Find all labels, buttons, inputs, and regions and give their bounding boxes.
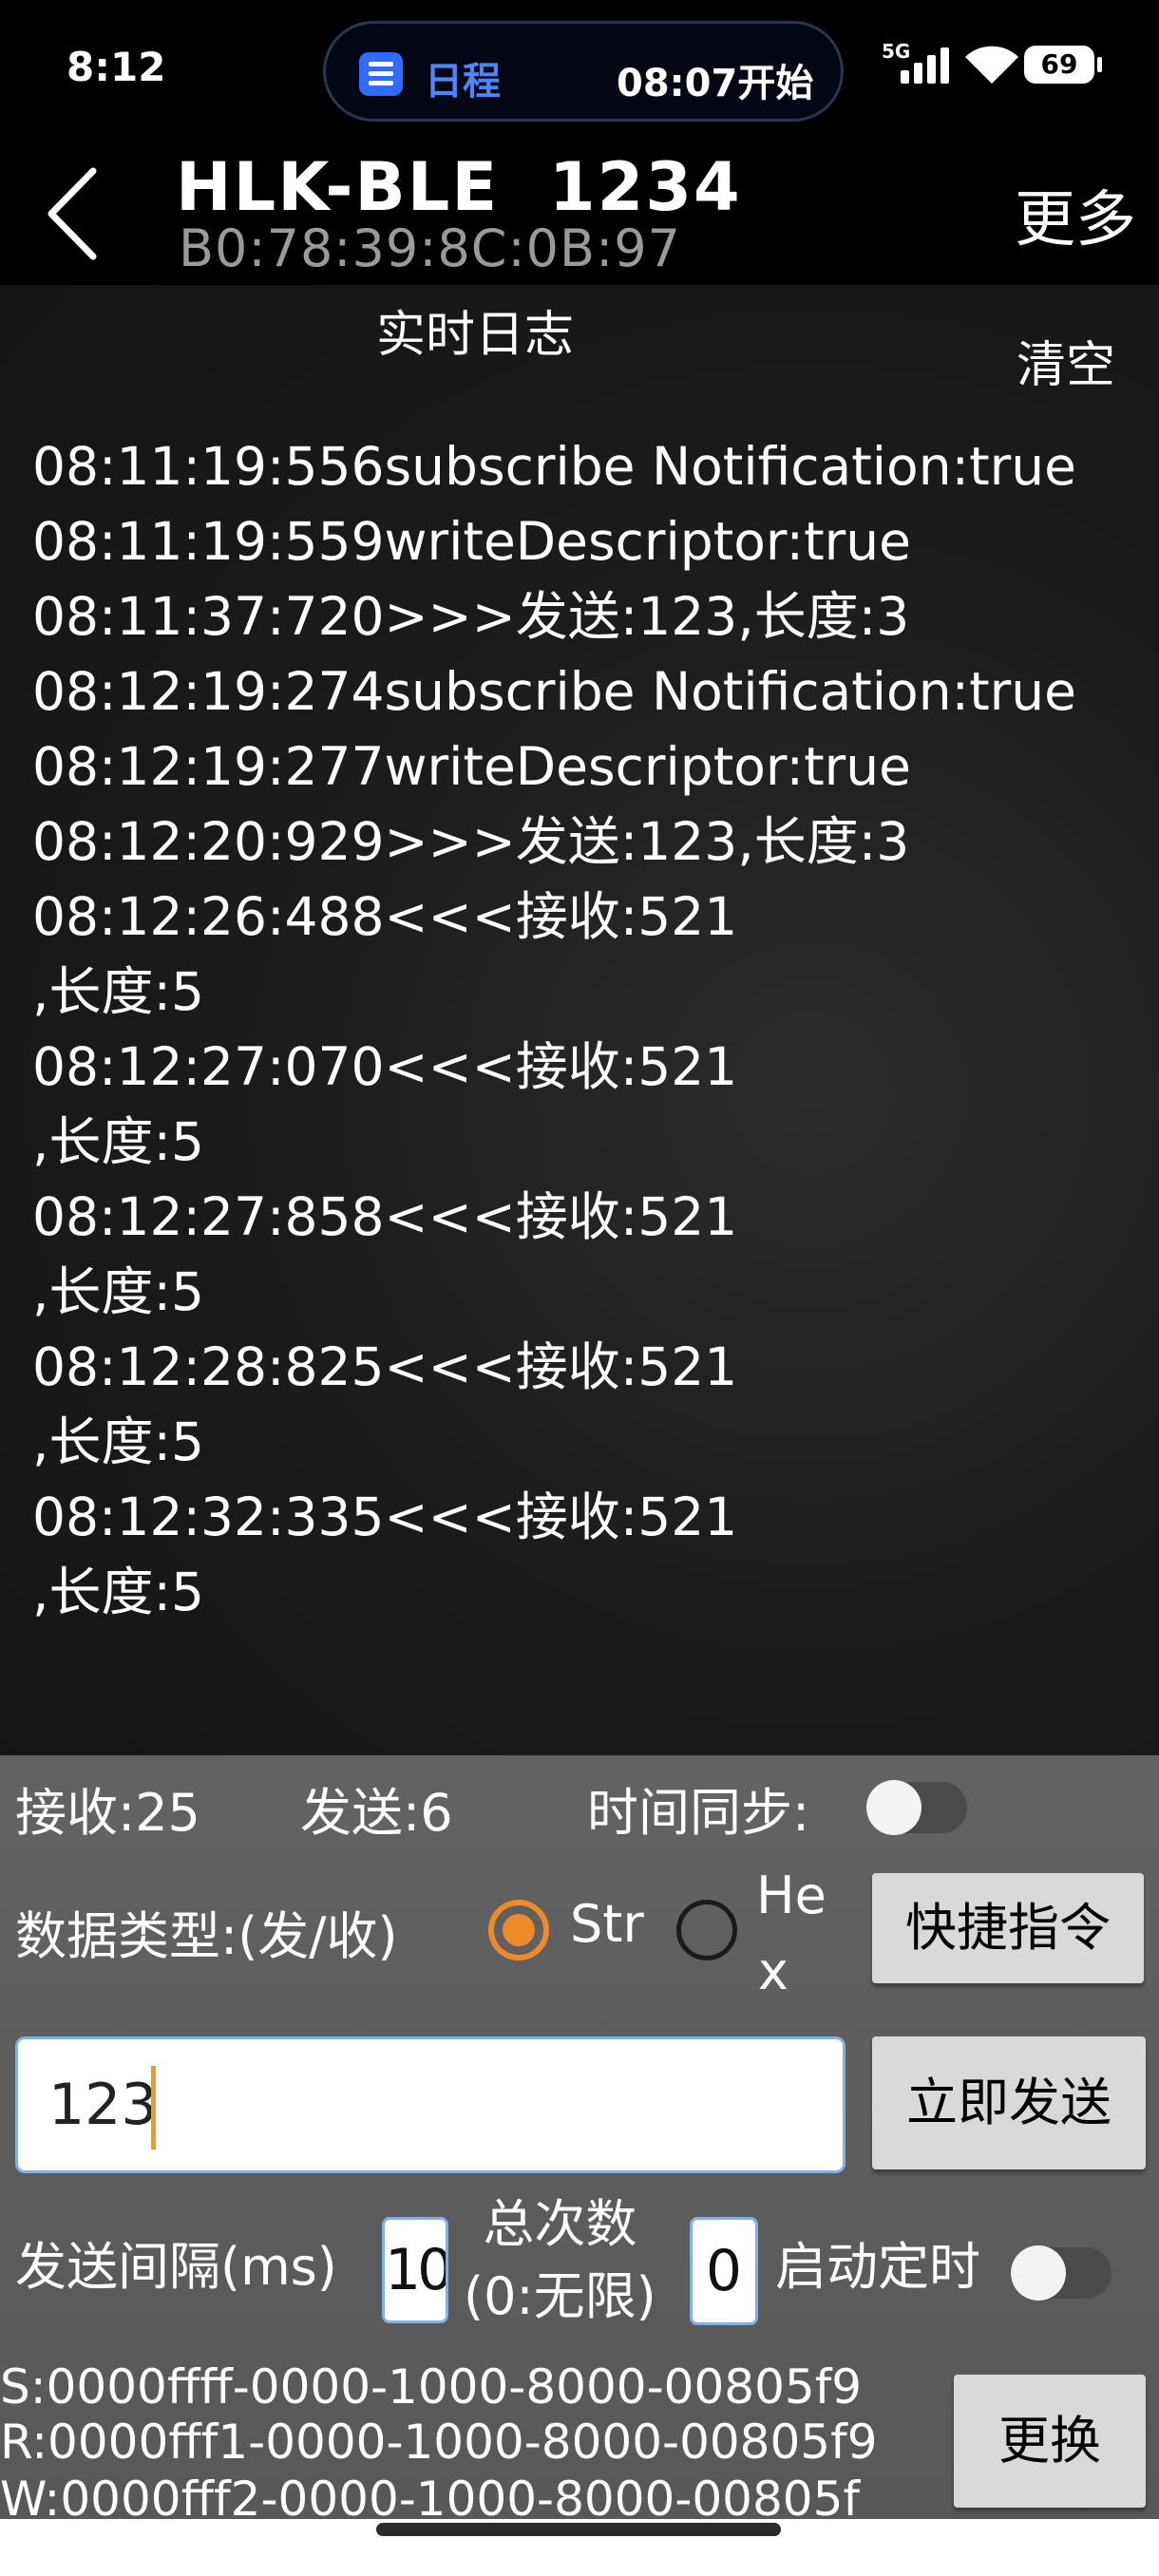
service-uuid: S:0000ffff-0000-1000-8000-00805f9 <box>0 2359 863 2415</box>
log-line: 08:11:37:720>>>发送:123,长度:3 <box>32 586 910 647</box>
status-time: 8:12 <box>66 44 166 90</box>
back-arrow-icon[interactable] <box>38 161 114 266</box>
navigation-bar <box>0 2519 1159 2576</box>
send-interval-label: 发送间隔(ms) <box>15 2237 337 2297</box>
shortcut-commands-button[interactable]: 快捷指令 <box>872 1873 1144 1983</box>
device-name: HLK-BLE 1234 <box>176 148 742 226</box>
log-line: ,长度:5 <box>32 1411 205 1472</box>
log-list: 08:11:19:556subscribe Notification:true … <box>32 429 1134 1630</box>
radio-str[interactable] <box>488 1900 549 1960</box>
log-line: 08:12:32:335<<<接收:521 <box>32 1487 738 1547</box>
log-line: 08:12:28:825<<<接收:521 <box>32 1336 738 1397</box>
radio-hex-label-line2: x <box>758 1941 788 2001</box>
change-uuid-button[interactable]: 更换 <box>954 2375 1146 2508</box>
read-uuid: R:0000fff1-0000-1000-8000-00805f9 <box>0 2415 878 2470</box>
total-count-label-line2: (0:无限) <box>464 2266 656 2326</box>
signal-icon <box>901 46 954 84</box>
send-now-button[interactable]: 立即发送 <box>872 2036 1146 2169</box>
app-header: HLK-BLE 1234 B0:78:39:8C:0B:97 更多 <box>0 142 1159 285</box>
log-line: ,长度:5 <box>32 1111 205 1172</box>
control-panel: 接收:25 发送:6 时间同步: 数据类型:(发/收) Str He x 快捷指… <box>0 1755 1159 2527</box>
time-sync-label: 时间同步: <box>587 1783 810 1843</box>
text-caret <box>151 2066 156 2150</box>
start-timer-label: 启动定时 <box>775 2237 980 2297</box>
notification-pill[interactable]: 日程 08:07开始 <box>323 21 844 122</box>
log-line: 08:11:19:559writeDescriptor:true <box>32 511 911 572</box>
time-sync-toggle[interactable] <box>866 1780 967 1835</box>
calendar-icon <box>359 52 403 96</box>
start-timer-toggle[interactable] <box>1011 2245 1112 2301</box>
log-line: ,长度:5 <box>32 1261 205 1322</box>
log-line: 08:12:19:277writeDescriptor:true <box>32 736 911 797</box>
notification-app-label: 日程 <box>425 60 501 104</box>
receive-count: 接收:25 <box>15 1783 200 1843</box>
log-line: 08:12:27:858<<<接收:521 <box>32 1186 738 1247</box>
home-gesture-handle[interactable] <box>376 2523 781 2536</box>
realtime-log-panel: 实时日志 清空 08:11:19:556subscribe Notificati… <box>0 285 1159 1755</box>
data-type-label: 数据类型:(发/收) <box>15 1906 398 1966</box>
device-mac-address: B0:78:39:8C:0B:97 <box>179 218 681 278</box>
radio-str-label: Str <box>570 1894 644 1954</box>
radio-hex[interactable] <box>676 1900 737 1960</box>
log-line: 08:11:19:556subscribe Notification:true <box>32 436 1076 497</box>
clear-log-button[interactable]: 清空 <box>1016 325 1115 396</box>
wifi-icon <box>965 46 1018 84</box>
log-line: 08:12:26:488<<<接收:521 <box>32 886 738 947</box>
battery-icon: 69 <box>1024 46 1102 84</box>
send-input-value: 123 <box>48 2072 158 2138</box>
radio-hex-label-line1: He <box>756 1866 826 1925</box>
log-title: 实时日志 <box>375 307 574 364</box>
more-button[interactable]: 更多 <box>1015 171 1136 258</box>
total-count-input[interactable]: 0 <box>690 2217 758 2325</box>
notification-text: 08:07开始 <box>617 62 814 105</box>
log-line: 08:12:20:929>>>发送:123,长度:3 <box>32 811 910 872</box>
log-line: 08:12:27:070<<<接收:521 <box>32 1036 738 1097</box>
total-count-label-line1: 总次数 <box>483 2194 637 2254</box>
log-line: 08:12:19:274subscribe Notification:true <box>32 661 1076 722</box>
send-count: 发送:6 <box>300 1783 453 1843</box>
log-line: ,长度:5 <box>32 1562 205 1622</box>
log-title-wrap: 实时日志 <box>0 294 1159 366</box>
send-input[interactable]: 123 <box>15 2036 846 2173</box>
radio-hex-label: He x <box>756 1858 826 2010</box>
total-count-label: 总次数 (0:无限) <box>464 2188 656 2333</box>
log-line: ,长度:5 <box>32 961 205 1022</box>
status-bar: 8:12 日程 08:07开始 5G 69 <box>0 0 1159 142</box>
interval-input[interactable]: 10 <box>382 2217 448 2323</box>
